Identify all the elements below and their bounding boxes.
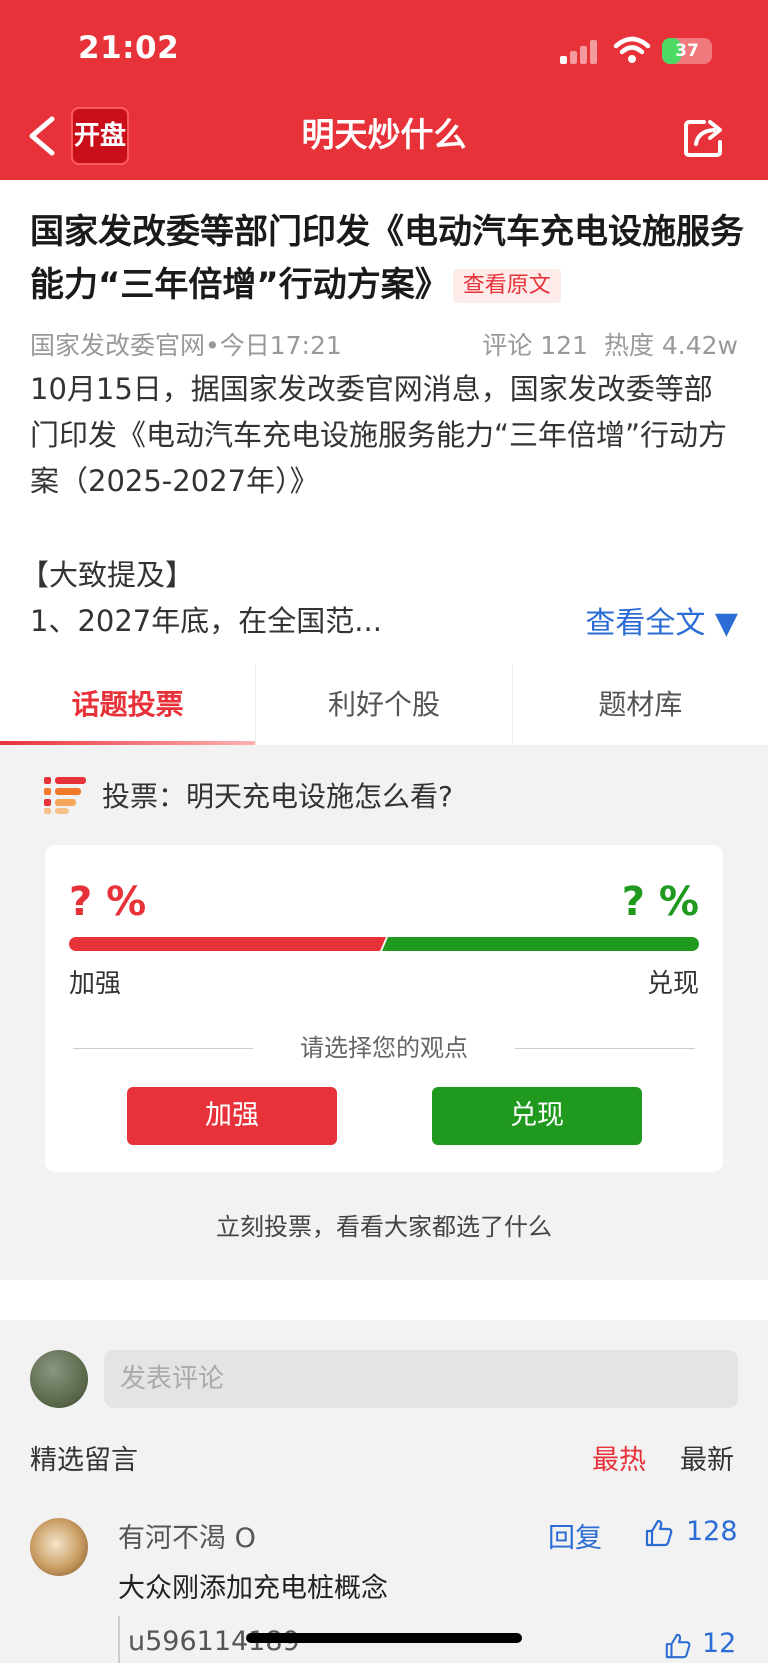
battery-level: 37 bbox=[675, 41, 699, 61]
vote-question: 投票：明天充电设施怎么看? bbox=[102, 780, 453, 813]
like-count: 128 bbox=[686, 1516, 738, 1547]
featured-comments-title: 精选留言 bbox=[30, 1445, 138, 1476]
tab-label: 话题投票 bbox=[71, 688, 184, 721]
cash-label: 兑现 bbox=[646, 969, 699, 999]
comments-section: 发表评论 精选留言 最热 最新 有河不渴 O 回复 128 大众刚添加充电桩概念… bbox=[0, 1320, 768, 1663]
comment-input[interactable]: 发表评论 bbox=[104, 1350, 738, 1408]
vote-bar bbox=[69, 937, 699, 951]
tab-bar: 话题投票 利好个股 题材库 bbox=[0, 665, 768, 745]
vote-cash-button[interactable]: 兑现 bbox=[432, 1087, 642, 1145]
view-original-button[interactable]: 查看原文 bbox=[452, 269, 561, 303]
article-summary: 10月15日，据国家发改委官网消息，国家发改委等部门印发《电动汽车充电设施服务能… bbox=[30, 372, 728, 498]
vote-header: 投票：明天充电设施怎么看? bbox=[44, 773, 453, 817]
reply-like-count: 12 bbox=[702, 1628, 737, 1659]
vote-section: 投票：明天充电设施怎么看? ? % ? % 加强 兑现 请选择您的观点 加强 兑… bbox=[0, 745, 768, 1280]
reply-button[interactable]: 回复 bbox=[548, 1516, 602, 1555]
wifi-icon bbox=[613, 36, 651, 63]
list-icon bbox=[44, 777, 86, 814]
home-indicator bbox=[246, 1633, 522, 1643]
tab-bullish-stocks[interactable]: 利好个股 bbox=[255, 665, 511, 745]
strong-bar bbox=[69, 937, 386, 951]
comment-username[interactable]: 有河不渴 O bbox=[118, 1516, 256, 1555]
strong-percentage: ? % bbox=[69, 879, 147, 925]
thumbs-up-icon[interactable] bbox=[664, 1632, 692, 1660]
comment-count: 评论 121 bbox=[482, 331, 588, 360]
vote-strong-button[interactable]: 加强 bbox=[127, 1087, 337, 1145]
choose-prompt: 请选择您的观点 bbox=[300, 1034, 468, 1062]
signal-icon bbox=[560, 38, 600, 64]
article-source: 国家发改委官网•今日17:21 bbox=[30, 331, 342, 360]
battery-icon: 37 bbox=[662, 38, 712, 64]
cash-percentage: ? % bbox=[621, 879, 699, 925]
article: 国家发改委等部门印发《电动汽车充电设施服务能力“三年倍增”行动方案》 查看原文 国… bbox=[0, 180, 768, 665]
share-icon[interactable] bbox=[682, 114, 726, 158]
comment-text: 大众刚添加充电桩概念 bbox=[118, 1573, 388, 1604]
reply-thread-line bbox=[118, 1616, 120, 1663]
headline-text: 国家发改委等部门印发《电动汽车充电设施服务能力“三年倍增”行动方案》 bbox=[30, 212, 744, 305]
sort-hot-button[interactable]: 最热 bbox=[592, 1438, 646, 1477]
mention-title: 【大致提及】 bbox=[20, 558, 195, 592]
comment-avatar[interactable] bbox=[30, 1518, 88, 1576]
vote-prompt: 立刻投票，看看大家都选了什么 bbox=[216, 1213, 552, 1241]
sort-new-button[interactable]: 最新 bbox=[680, 1438, 734, 1477]
heat-count: 热度 4.42w bbox=[603, 331, 738, 360]
tab-topic-vote[interactable]: 话题投票 bbox=[0, 665, 256, 745]
top-bar: 21:02 37 开盘 明天炒什么 bbox=[0, 0, 768, 180]
tab-label: 题材库 bbox=[598, 688, 683, 721]
strong-label: 加强 bbox=[69, 969, 122, 999]
article-stats: 评论 121 热度 4.42w bbox=[466, 326, 738, 362]
tab-label: 利好个股 bbox=[327, 688, 440, 721]
article-headline: 国家发改委等部门印发《电动汽车充电设施服务能力“三年倍增”行动方案》 查看原文 bbox=[30, 206, 750, 312]
page-title: 明天炒什么 bbox=[301, 115, 467, 154]
status-time: 21:02 bbox=[78, 30, 180, 66]
tab-theme-library[interactable]: 题材库 bbox=[511, 665, 768, 745]
thumbs-up-icon[interactable] bbox=[644, 1518, 674, 1548]
mention-item: 1、2027年底，在全国范... bbox=[30, 604, 382, 638]
section-divider bbox=[0, 1280, 768, 1320]
avatar bbox=[30, 1350, 88, 1408]
choose-divider: 请选择您的观点 bbox=[73, 1031, 695, 1065]
cash-bar bbox=[382, 937, 699, 951]
vote-card: ? % ? % 加强 兑现 请选择您的观点 加强 兑现 bbox=[45, 845, 723, 1172]
view-full-button[interactable]: 查看全文 ▼ bbox=[585, 598, 738, 642]
